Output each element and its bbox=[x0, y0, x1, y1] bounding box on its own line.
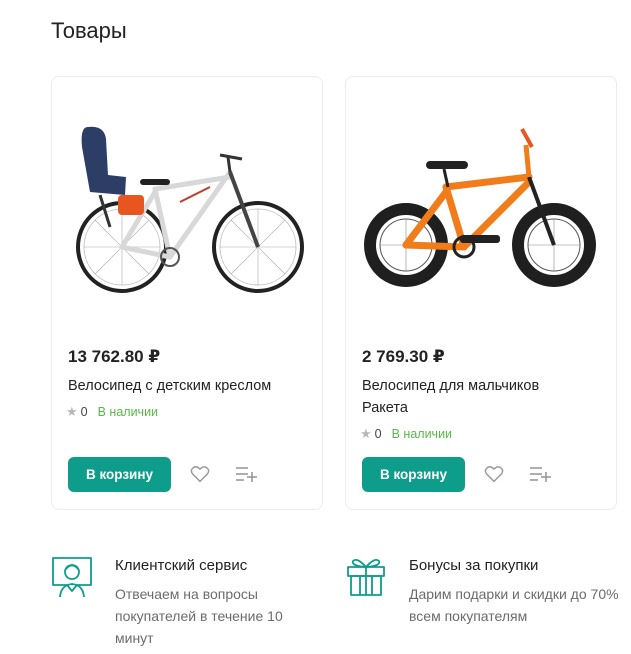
product-name[interactable]: Велосипед с детским креслом bbox=[68, 375, 313, 397]
product-card[interactable]: 13 762.80 ₽ Велосипед с детским креслом … bbox=[51, 76, 323, 510]
star-icon: ★ bbox=[360, 426, 372, 441]
add-to-compare-list-icon[interactable] bbox=[528, 462, 552, 486]
product-meta: ★ 0 В наличии bbox=[360, 426, 452, 442]
favorite-heart-icon[interactable] bbox=[482, 462, 506, 486]
feature-bonuses: Бонусы за покупки Дарим подарки и скидки… bbox=[345, 555, 625, 650]
star-icon: ★ bbox=[66, 404, 78, 419]
product-name[interactable]: Велосипед для мальчиков Ракета bbox=[362, 375, 562, 419]
feature-text: Отвечаем на вопросы покупателей в течени… bbox=[115, 586, 283, 646]
add-to-cart-button[interactable]: В корзину bbox=[362, 457, 465, 492]
feature-customer-service: Клиентский сервис Отвечаем на вопросы по… bbox=[51, 555, 331, 650]
stock-status: В наличии bbox=[391, 427, 453, 441]
product-price: 2 769.30 ₽ bbox=[362, 347, 445, 366]
product-image[interactable] bbox=[364, 117, 600, 307]
rating-count: 0 bbox=[374, 427, 382, 441]
feature-title: Клиентский сервис bbox=[115, 557, 248, 574]
favorite-heart-icon[interactable] bbox=[188, 462, 212, 486]
add-to-compare-list-icon[interactable] bbox=[234, 462, 258, 486]
feature-text: Дарим подарки и скидки до 70% всем покуп… bbox=[409, 586, 619, 624]
feature-title: Бонусы за покупки bbox=[409, 557, 539, 574]
product-meta: ★ 0 В наличии bbox=[66, 404, 158, 420]
gift-icon bbox=[347, 558, 385, 596]
product-card[interactable]: 2 769.30 ₽ Велосипед для мальчиков Ракет… bbox=[345, 76, 617, 510]
product-price: 13 762.80 ₽ bbox=[68, 347, 161, 366]
rating-count: 0 bbox=[80, 405, 88, 419]
stock-status: В наличии bbox=[97, 405, 159, 419]
product-image[interactable] bbox=[70, 117, 306, 307]
customer-service-icon bbox=[52, 557, 92, 597]
add-to-cart-button[interactable]: В корзину bbox=[68, 457, 171, 492]
section-title: Товары bbox=[51, 18, 127, 43]
